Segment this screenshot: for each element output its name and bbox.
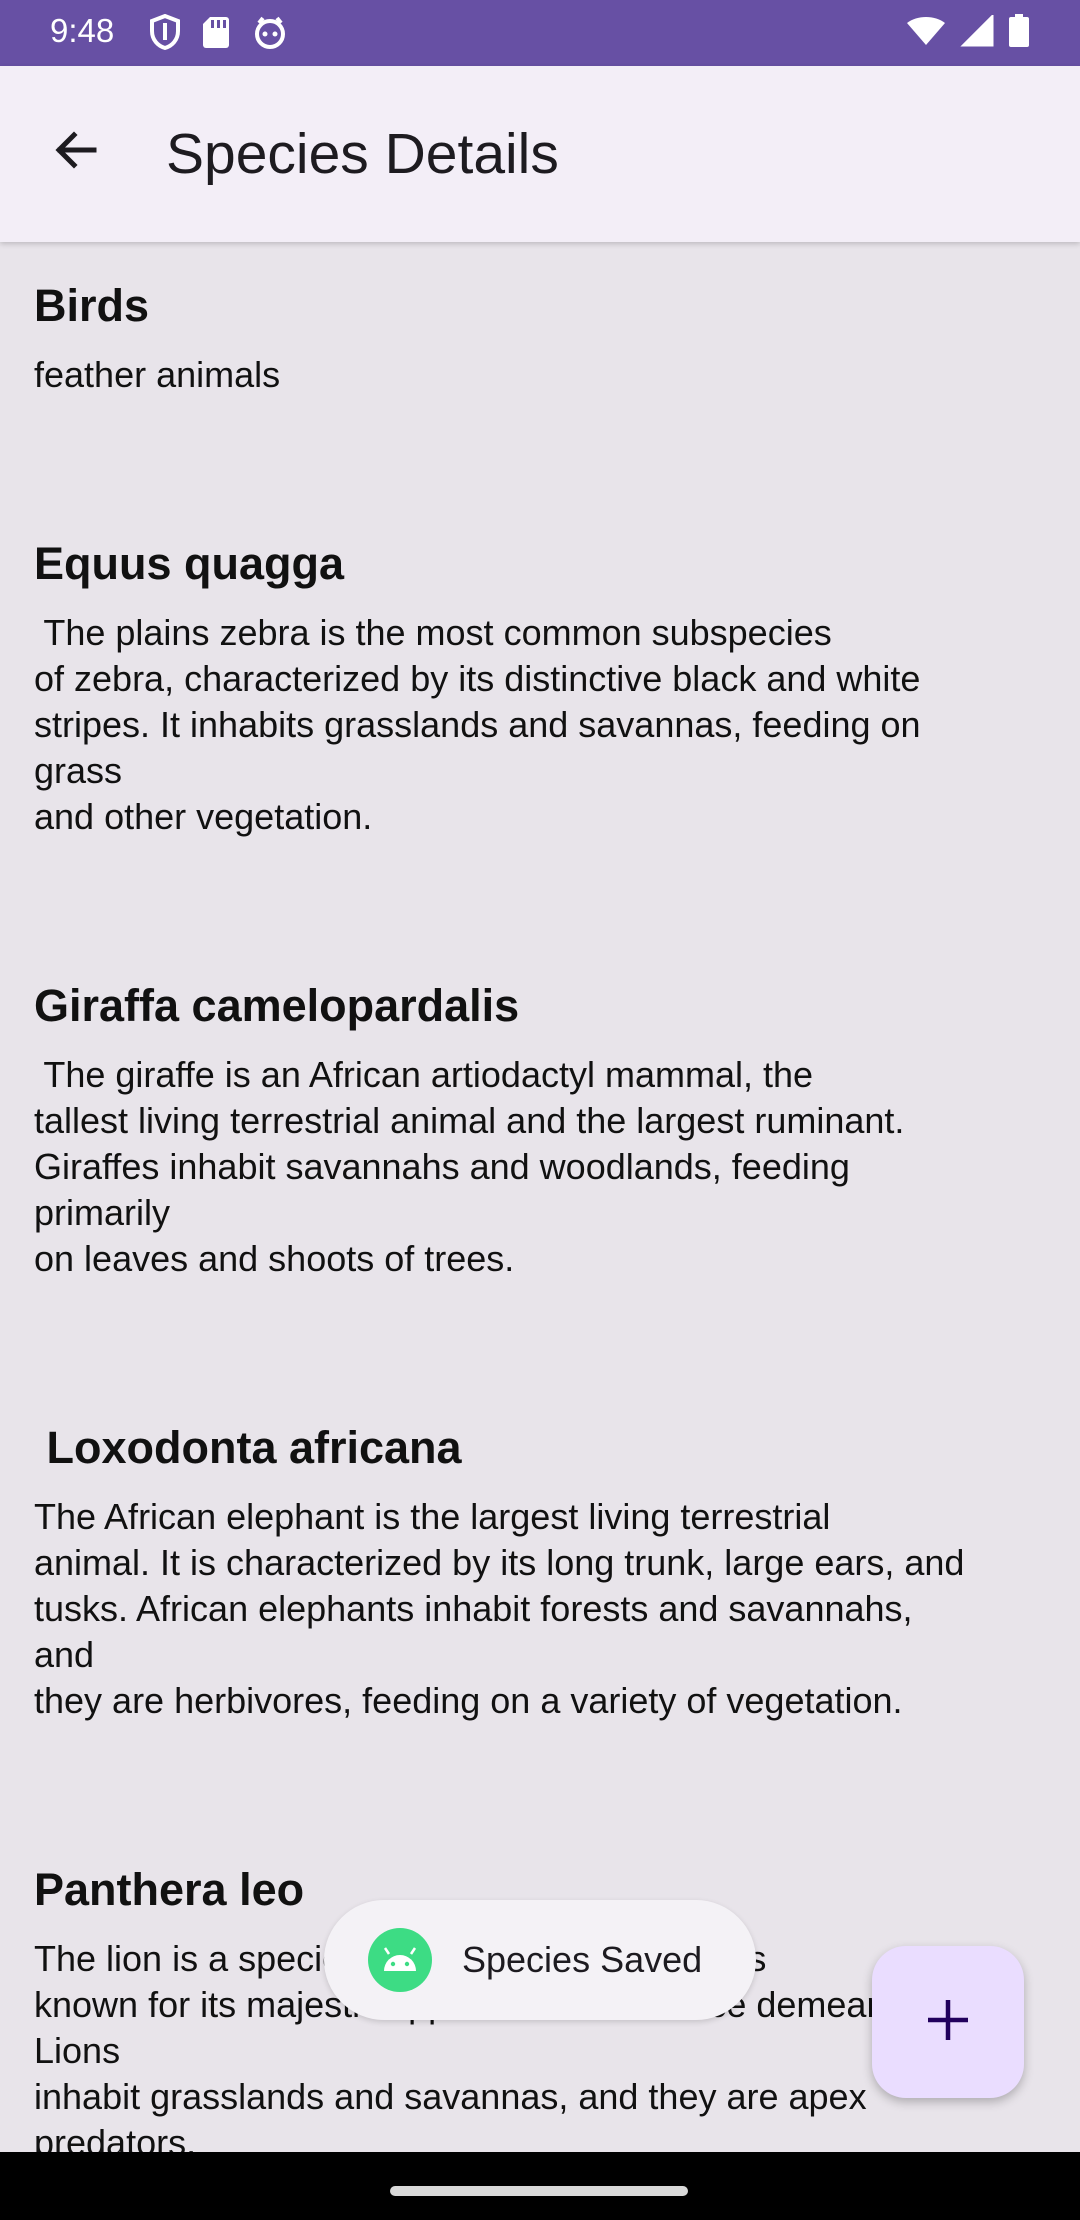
- plus-icon: [926, 1998, 970, 2047]
- description-line: on leaves and shoots of trees.: [34, 1238, 515, 1279]
- arrow-back-icon: [52, 126, 100, 179]
- signal-icon: [960, 15, 994, 47]
- battery-icon: [1008, 14, 1030, 48]
- navigation-bar: [0, 2152, 1080, 2220]
- species-item-birds[interactable]: Birds feather animals: [0, 278, 1080, 398]
- description-line: stripes. It inhabits grasslands and sava…: [34, 704, 921, 745]
- app-bar: Species Details: [0, 66, 1080, 242]
- description-line: they are herbivores, feeding on a variet…: [34, 1680, 903, 1721]
- status-time: 9:48: [50, 12, 115, 49]
- status-right-icons: [906, 14, 1030, 48]
- face-icon: [252, 14, 288, 50]
- species-item-equus-quagga[interactable]: Equus quagga The plains zebra is the mos…: [0, 536, 1080, 840]
- species-name: Giraffa camelopardalis: [34, 980, 520, 1031]
- toast-message: Species Saved: [324, 1900, 756, 2020]
- android-icon: [368, 1928, 432, 1992]
- species-item-giraffa-camelopardalis[interactable]: Giraffa camelopardalis The giraffe is an…: [0, 978, 1080, 1282]
- back-button[interactable]: [40, 116, 112, 188]
- species-name: Equus quagga: [34, 538, 345, 589]
- sd-card-icon: [202, 15, 230, 49]
- shield-icon: [150, 14, 180, 50]
- status-left-icons: [150, 14, 288, 50]
- description-line: tallest living terrestrial animal and th…: [34, 1100, 905, 1141]
- species-description: feather animals: [0, 352, 1080, 398]
- page-title: Species Details: [166, 122, 559, 186]
- description-line: feather animals: [34, 354, 281, 395]
- description-line: of zebra, characterized by its distincti…: [34, 658, 921, 699]
- species-name: Loxodonta africana: [34, 1422, 462, 1473]
- description-line: and other vegetation.: [34, 796, 373, 837]
- wifi-icon: [906, 15, 946, 47]
- description-line: tusks. African elephants inhabit forests…: [34, 1588, 913, 1629]
- description-line: primarily: [34, 1192, 171, 1233]
- species-description: The giraffe is an African artiodactyl ma…: [0, 1052, 1080, 1282]
- description-line: The plains zebra is the most common subs…: [34, 612, 832, 653]
- description-line: and: [34, 1634, 95, 1675]
- description-line: animal. It is characterized by its long …: [34, 1542, 965, 1583]
- status-bar: 9:48: [0, 0, 1080, 66]
- species-name: Birds: [34, 280, 150, 331]
- home-indicator[interactable]: [390, 2186, 688, 2196]
- description-line: Giraffes inhabit savannahs and woodlands…: [34, 1146, 850, 1187]
- species-item-loxodonta-africana[interactable]: Loxodonta africana The African elephant …: [0, 1420, 1080, 1724]
- description-line: predators.: [34, 2122, 197, 2152]
- species-list[interactable]: Birds feather animals Equus quagga The p…: [0, 242, 1080, 2152]
- species-description: The African elephant is the largest livi…: [0, 1494, 1080, 1724]
- description-line: grass: [34, 750, 123, 791]
- species-description: The plains zebra is the most common subs…: [0, 610, 1080, 840]
- toast-text: Species Saved: [462, 1939, 703, 1980]
- add-species-button[interactable]: [872, 1946, 1024, 2098]
- description-line: The giraffe is an African artiodactyl ma…: [34, 1054, 814, 1095]
- description-line: The African elephant is the largest livi…: [34, 1496, 831, 1537]
